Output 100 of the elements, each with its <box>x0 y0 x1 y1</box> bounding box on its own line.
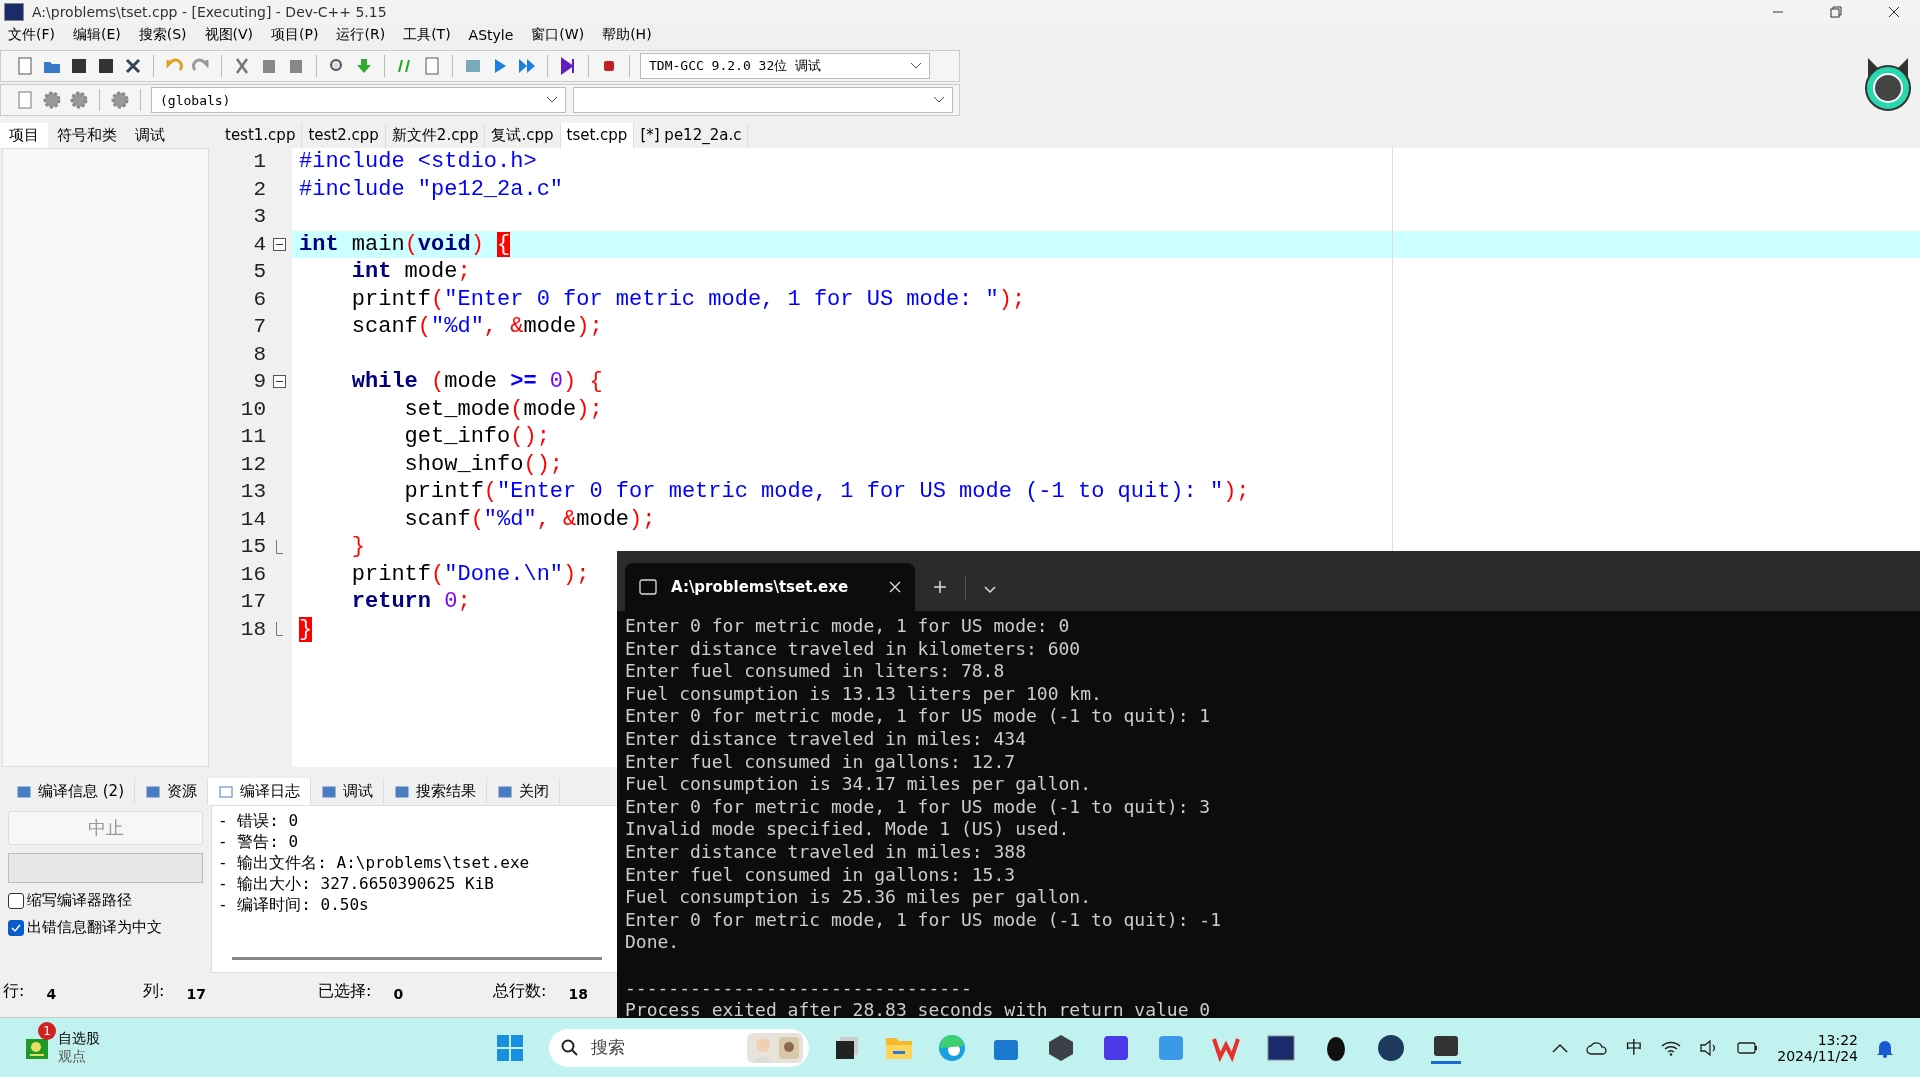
code-line: int mode; <box>350 259 471 285</box>
wifi-icon[interactable] <box>1661 1039 1682 1056</box>
menu-item[interactable]: 视图(V) <box>204 26 254 44</box>
menu-item[interactable]: 帮助(H) <box>602 26 652 44</box>
menu-item[interactable]: 窗口(W) <box>531 26 585 44</box>
code-line: printf("Done.\n"); <box>350 561 590 587</box>
fold-icon[interactable] <box>272 375 286 389</box>
code-line: #include "pe12_2a.c" <box>299 176 564 202</box>
input-method-indicator[interactable]: 中 <box>1626 1036 1644 1059</box>
terminal-line: Invalid mode specified. Mode 1 (US) used. <box>625 818 1070 840</box>
tab-icon <box>321 783 337 800</box>
scope-select[interactable]: (globals) <box>151 87 566 113</box>
chevron-icon <box>911 63 921 69</box>
checkbox-label: 缩写编译器路径 <box>27 891 132 910</box>
gear-icon[interactable] <box>110 90 130 110</box>
code-line: return 0; <box>350 589 471 615</box>
terminal-line: Fuel consumption is 25.36 miles per gallon. <box>625 886 1091 908</box>
add-tab-icon[interactable] <box>933 580 947 594</box>
search-field[interactable]: 搜索 <box>589 1036 737 1059</box>
terminal-line: Fuel consumption is 13.13 liters per 100 km. <box>625 682 1102 704</box>
line-number: 5 <box>253 260 266 284</box>
status-label: 列: <box>143 980 165 1002</box>
close-icon[interactable] <box>123 56 143 76</box>
terminal-line: Enter fuel consumed in gallons: 15.3 <box>625 863 1016 885</box>
line-number: 14 <box>240 507 266 531</box>
scrollbar[interactable] <box>232 957 602 960</box>
window-title: A:\problems\tset.cpp - [Executing] - Dev-C++ 5.15 <box>32 4 387 20</box>
cloud-icon[interactable] <box>1586 1040 1609 1055</box>
menu-item[interactable]: 运行(R) <box>336 26 386 44</box>
dropdown-icon[interactable] <box>984 586 996 594</box>
terminal-line: Done. <box>625 931 680 953</box>
panel-tab[interactable]: 调试 <box>126 123 174 148</box>
code-line: #include <stdio.h> <box>299 149 537 175</box>
log-line: - 输出文件名: A:\problems\tset.exe <box>218 852 530 873</box>
menu-item[interactable]: 搜索(S) <box>138 26 187 44</box>
line-number: 15 <box>240 535 266 559</box>
gear-icon[interactable] <box>69 90 89 110</box>
line-number: 1 <box>253 150 266 174</box>
close-icon[interactable] <box>1888 6 1900 18</box>
checkbox[interactable] <box>8 892 24 909</box>
terminal-line: Enter 0 for metric mode, 1 for US mode (-1 to quit): -1 <box>625 908 1222 930</box>
widget-title: 自选股 <box>58 1029 100 1048</box>
tab-icon <box>394 783 410 800</box>
gear-icon[interactable] <box>42 90 62 110</box>
search-bar[interactable]: 搜索 <box>549 1028 809 1067</box>
status-value: 18 <box>568 985 588 1002</box>
status-value: 0 <box>393 985 404 1002</box>
terminal-line: Enter 0 for metric mode, 1 for US mode (-1 to quit): 1 <box>625 705 1211 727</box>
menu-item[interactable]: 项目(P) <box>271 26 319 44</box>
clock-time[interactable]: 13:22 <box>1817 1031 1858 1048</box>
line-number: 7 <box>253 315 266 339</box>
restore-icon[interactable] <box>1830 6 1842 18</box>
fold-icon[interactable] <box>272 237 286 251</box>
terminal-line: Fuel consumption is 34.17 miles per gallon. <box>625 773 1091 795</box>
terminal-tab[interactable]: A:\problems\tset.exe <box>625 563 915 611</box>
browser-icon[interactable] <box>938 1033 966 1062</box>
chevron-icon <box>547 97 557 103</box>
compiler-select[interactable]: TDM-GCC 9.2.0 32位 调试 <box>640 53 930 79</box>
chevron-icon <box>934 97 944 103</box>
tab-icon <box>218 783 234 800</box>
line-number: 18 <box>240 617 266 641</box>
panel-tab[interactable]: 编译日志 <box>208 778 311 805</box>
menu-item[interactable]: 工具(T) <box>403 26 451 44</box>
checkbox[interactable] <box>8 919 24 936</box>
clock-date[interactable]: 2024/11/24 <box>1777 1047 1858 1064</box>
file-tab[interactable]: tset.cpp <box>560 123 635 148</box>
code-line: printf("Enter 0 for metric mode, 1 for US mode: "); <box>350 286 1026 312</box>
terminal-line: -------------------------------- <box>625 976 972 998</box>
line-number: 6 <box>253 287 266 311</box>
terminal-line: Enter fuel consumed in gallons: 12.7 <box>625 750 1016 772</box>
line-number: 16 <box>240 562 266 586</box>
code-line: printf("Enter 0 for metric mode, 1 for US mode (-1 to quit): "); <box>403 479 1250 505</box>
line-number: 10 <box>240 397 266 421</box>
code-line: get_info(); <box>403 424 550 450</box>
menu-item[interactable]: 编辑(E) <box>73 26 121 44</box>
task-view-icon[interactable] <box>834 1034 860 1061</box>
line-number: 4 <box>253 232 266 256</box>
start-icon[interactable] <box>496 1033 524 1062</box>
battery-icon[interactable] <box>1737 1039 1760 1056</box>
cube-icon[interactable] <box>1046 1032 1076 1063</box>
panel-tab[interactable]: 符号和类 <box>48 123 126 148</box>
line-number: 12 <box>240 452 266 476</box>
terminal-line: Enter fuel consumed in liters: 78.8 <box>625 660 1005 682</box>
chevron-up-icon[interactable] <box>1552 1042 1569 1053</box>
menu-item[interactable]: AStyle <box>468 27 514 43</box>
line-number: 8 <box>253 342 266 366</box>
menu-item[interactable]: 文件(F) <box>8 26 55 44</box>
code-line: scanf("%d", &mode); <box>403 506 656 532</box>
terminal-icon <box>639 579 657 595</box>
panel-tab[interactable]: 项目 <box>0 123 48 148</box>
log-line: - 警告: 0 <box>218 831 299 852</box>
terminal-line: Process exited after 28.83 seconds with return value 0 <box>625 999 1211 1021</box>
log-line: - 编译时间: 0.50s <box>218 894 369 915</box>
line-number: 13 <box>240 480 266 504</box>
compile-run-icon[interactable] <box>517 56 537 76</box>
code-line: int main(void) { <box>299 231 511 257</box>
status-value: 4 <box>46 985 57 1002</box>
status-value: 17 <box>186 985 206 1002</box>
checkbox-label: 出错信息翻译为中文 <box>27 918 162 937</box>
panel-tab[interactable]: 编译信息 (2) <box>6 778 135 805</box>
